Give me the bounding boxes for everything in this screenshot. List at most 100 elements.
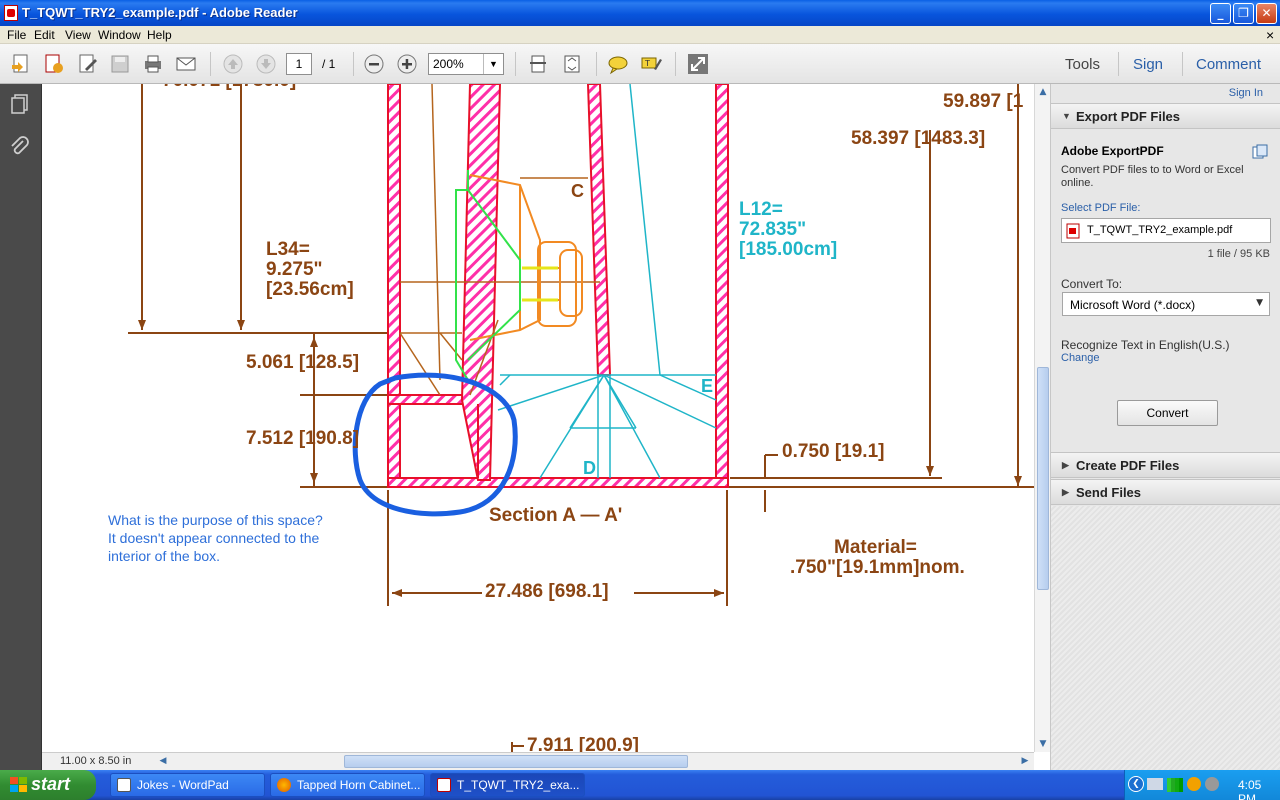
internal-lines xyxy=(399,84,600,396)
vertical-scrollbar[interactable]: ▲ ▼ xyxy=(1034,84,1050,752)
chevron-down-icon: ▼ xyxy=(1256,298,1263,308)
start-button[interactable]: start xyxy=(0,770,96,800)
expand-icon[interactable] xyxy=(687,53,709,75)
dim-l34-cm: [23.56cm] xyxy=(266,279,354,300)
menu-file[interactable]: File xyxy=(7,28,26,42)
sign-in-link[interactable]: Sign In xyxy=(1229,87,1263,99)
convert-to-label: Convert To: xyxy=(1061,277,1123,291)
menu-edit[interactable]: Edit xyxy=(34,28,55,42)
dim-27-486: 27.486 [698.1] xyxy=(485,581,609,602)
email-icon[interactable] xyxy=(175,53,197,75)
horizontal-scroll-thumb[interactable] xyxy=(344,755,688,768)
export-pdf-header[interactable]: ▼ Export PDF Files xyxy=(1051,103,1280,129)
change-language-link[interactable]: Change xyxy=(1061,352,1100,364)
system-tray: ❮ 4:05 PM xyxy=(1124,770,1280,800)
toolbar-separator xyxy=(210,52,211,76)
window-title-bar[interactable]: T_TQWT_TRY2_example.pdf - Adobe Reader _… xyxy=(0,0,1280,26)
tools-pane-button[interactable]: Tools xyxy=(1065,56,1100,73)
scroll-up-icon[interactable]: ▲ xyxy=(1036,84,1050,100)
recognize-text-label: Recognize Text in English(U.S.) xyxy=(1061,338,1230,352)
scroll-left-icon[interactable]: ◀ xyxy=(156,754,170,768)
taskbar-item-wordpad[interactable]: Jokes - WordPad xyxy=(110,773,265,797)
toolbar-separator xyxy=(515,52,516,76)
toolbar-separator xyxy=(1118,52,1119,76)
windows-logo-icon xyxy=(10,777,27,792)
convert-to-select[interactable]: Microsoft Word (*.docx) ▼ xyxy=(1062,292,1270,316)
dim-l34-inches: 9.275" xyxy=(266,259,323,280)
create-pdf-header[interactable]: ▶ Create PDF Files xyxy=(1051,452,1280,478)
selected-file-name: T_TQWT_TRY2_example.pdf xyxy=(1087,224,1233,236)
note-line-3: interior of the box. xyxy=(108,548,221,564)
print-icon[interactable] xyxy=(142,53,164,75)
tray-expand-icon[interactable]: ❮ xyxy=(1128,776,1144,792)
scroll-right-icon[interactable]: ▶ xyxy=(1018,754,1032,768)
document-close-icon[interactable]: × xyxy=(1266,27,1274,43)
cad-drawing xyxy=(128,84,1034,752)
dim-7-512: 7.512 [190.8] xyxy=(246,428,360,449)
taskbar-item-firefox[interactable]: Tapped Horn Cabinet... xyxy=(270,773,425,797)
save-icon[interactable] xyxy=(109,53,131,75)
sticky-note-icon[interactable] xyxy=(607,53,629,75)
edit-pdf-icon[interactable] xyxy=(77,53,99,75)
toolbar-separator xyxy=(675,52,676,76)
l12-label: L12= xyxy=(739,199,783,220)
select-file-label: Select PDF File: xyxy=(1061,202,1141,214)
zoom-select[interactable]: 200% ▼ xyxy=(428,53,504,75)
pdf-icon xyxy=(437,778,451,792)
material-label: Material= xyxy=(834,537,917,558)
adobe-reader-icon xyxy=(4,5,18,21)
minimize-button[interactable]: _ xyxy=(1210,3,1231,24)
network-icon[interactable] xyxy=(1147,778,1163,790)
create-pdf-icon[interactable] xyxy=(10,53,32,75)
horizontal-scrollbar[interactable]: 11.00 x 8.50 in ◀ ▶ xyxy=(42,752,1034,770)
create-pdf-header-label: Create PDF Files xyxy=(1076,458,1180,473)
toolbar-separator xyxy=(596,52,597,76)
note-line-1: What is the purpose of this space? xyxy=(108,512,323,528)
dim-top-partial: 70.071 [1780.0] xyxy=(162,84,296,92)
menu-window[interactable]: Window xyxy=(98,28,141,42)
send-files-header[interactable]: ▶ Send Files xyxy=(1051,479,1280,505)
settings-tray-icon[interactable] xyxy=(1205,777,1219,791)
close-button[interactable]: ✕ xyxy=(1256,3,1277,24)
l12-cm: [185.00cm] xyxy=(739,239,838,260)
sign-pane-button[interactable]: Sign xyxy=(1133,56,1163,73)
signal-icon[interactable] xyxy=(1167,778,1183,792)
convert-to-value: Microsoft Word (*.docx) xyxy=(1070,298,1196,312)
page-number-input[interactable]: 1 xyxy=(286,53,312,75)
maximize-button[interactable]: ❐ xyxy=(1233,3,1254,24)
selected-file-box[interactable]: T_TQWT_TRY2_example.pdf xyxy=(1061,218,1271,243)
zoom-in-icon[interactable] xyxy=(396,53,418,75)
menu-help[interactable]: Help xyxy=(147,28,172,42)
scrolling-mode-icon[interactable] xyxy=(527,53,549,75)
dim-l34-label: L34= xyxy=(266,239,310,260)
toolbar-separator xyxy=(353,52,354,76)
collapsed-triangle-icon: ▶ xyxy=(1062,460,1069,470)
combine-pdf-icon[interactable] xyxy=(43,53,65,75)
vertical-scroll-thumb[interactable] xyxy=(1037,367,1049,590)
convert-button[interactable]: Convert xyxy=(1117,400,1218,426)
highlight-text-icon[interactable]: T xyxy=(640,53,662,75)
dim-0-750: 0.750 [19.1] xyxy=(782,441,885,462)
comment-pane-button[interactable]: Comment xyxy=(1196,56,1261,73)
pages-thumbnail-icon[interactable] xyxy=(8,92,32,116)
annotation-note: What is the purpose of this space? It do… xyxy=(108,511,323,565)
export-description: Convert PDF files to to Word or Excel on… xyxy=(1061,164,1244,189)
app-tray-icon[interactable] xyxy=(1187,777,1201,791)
fit-page-icon[interactable] xyxy=(561,53,583,75)
start-label: start xyxy=(31,774,71,794)
page-size-label: 11.00 x 8.50 in xyxy=(60,755,132,767)
chevron-down-icon[interactable]: ▼ xyxy=(483,54,503,74)
previous-page-icon[interactable] xyxy=(222,53,244,75)
scroll-down-icon[interactable]: ▼ xyxy=(1036,736,1050,752)
menu-view[interactable]: View xyxy=(65,28,91,42)
export-pdf-header-label: Export PDF Files xyxy=(1076,109,1181,124)
zoom-out-icon[interactable] xyxy=(363,53,385,75)
dim-59-897: 59.897 [1 xyxy=(943,91,1024,112)
document-view[interactable]: 70.071 [1780.0] 59.897 [1 58.397 [1483.3… xyxy=(42,84,1034,752)
cabinet-walls xyxy=(387,84,729,488)
export-info-icon[interactable] xyxy=(1252,144,1268,160)
next-page-icon[interactable] xyxy=(255,53,277,75)
taskbar-item-adobe-reader[interactable]: T_TQWT_TRY2_exa... xyxy=(430,773,585,797)
attachments-paperclip-icon[interactable] xyxy=(8,136,32,160)
pdf-file-icon xyxy=(1066,223,1080,239)
